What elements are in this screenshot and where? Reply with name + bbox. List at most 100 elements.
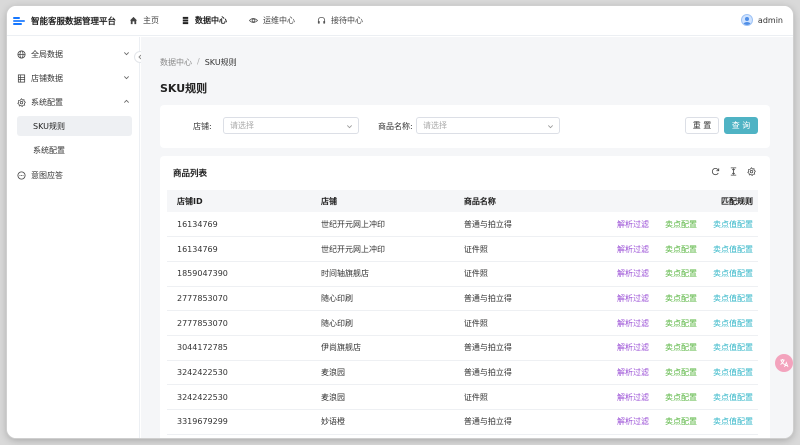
product-table: 店铺ID 店铺 商品名称 匹配规则 16134769 世纪开元网上冲印 普通与拍立得…	[167, 190, 758, 435]
column-header-shop-id[interactable]: 店铺ID	[167, 190, 311, 212]
refresh-icon[interactable]	[711, 167, 720, 176]
main-content: 数据中心 / SKU规则 SKU规则 店铺: 请选择 商品名称: 请选择 重 置…	[141, 37, 793, 438]
table-row: 3242422530 麦浪园 证件照 解析过滤 卖点配置 卖点值配置	[167, 384, 758, 410]
cell-actions: 解析过滤 卖点配置 卖点值配置	[591, 261, 758, 287]
cell-product-name: 证件照	[453, 236, 591, 262]
parse-filter-link[interactable]: 解析过滤	[617, 343, 649, 352]
nav-ops-center[interactable]: 运维中心	[249, 15, 295, 26]
selling-point-value-config-link[interactable]: 卖点值配置	[713, 368, 753, 377]
selling-point-value-config-link[interactable]: 卖点值配置	[713, 220, 753, 229]
selling-point-value-config-link[interactable]: 卖点值配置	[713, 269, 753, 278]
app-logo[interactable]: 智能客服数据管理平台	[13, 15, 123, 27]
cell-shop-id: 2777853070	[167, 286, 311, 312]
table-row: 3044172785 伊尚旗舰店 普通与拍立得 解析过滤 卖点配置 卖点值配置	[167, 335, 758, 361]
reset-button[interactable]: 重 置	[685, 117, 719, 134]
cell-shop-id: 3319679299	[167, 409, 311, 435]
breadcrumb-root[interactable]: 数据中心	[160, 57, 192, 68]
cell-shop-id: 16134769	[167, 212, 311, 238]
chevron-down-icon	[346, 123, 353, 130]
sidebar-item-label: 意图应答	[31, 170, 63, 180]
selling-point-value-config-link[interactable]: 卖点值配置	[713, 294, 753, 303]
top-nav: 主页 数据中心 运维中心 接待中心	[129, 15, 385, 26]
selling-point-value-config-link[interactable]: 卖点值配置	[713, 245, 753, 254]
table-row: 3242422530 麦浪园 普通与拍立得 解析过滤 卖点配置 卖点值配置	[167, 360, 758, 386]
list-title: 商品列表	[173, 169, 208, 179]
column-header-shop[interactable]: 店铺	[310, 190, 454, 212]
cell-shop-id: 3242422530	[167, 360, 311, 386]
cell-product-name: 普通与拍立得	[453, 360, 591, 386]
headset-icon	[317, 16, 326, 25]
nav-data-center-label: 数据中心	[195, 16, 227, 25]
sidebar-item-system-config[interactable]: 系统配置	[17, 92, 132, 112]
selling-point-value-config-link[interactable]: 卖点值配置	[713, 319, 753, 328]
sidebar-item-sku-rules[interactable]: SKU规则	[17, 116, 132, 136]
cell-shop: 随心印刷	[310, 286, 454, 312]
sidebar-item-intent-reply[interactable]: 意图应答	[17, 165, 132, 185]
nav-home-label: 主页	[143, 16, 159, 25]
cell-shop: 随心印刷	[310, 310, 454, 336]
table-row: 2777853070 随心印刷 普通与拍立得 解析过滤 卖点配置 卖点值配置	[167, 286, 758, 312]
nav-ops-center-label: 运维中心	[263, 16, 295, 25]
floating-assistant-button[interactable]	[775, 354, 793, 372]
product-select-placeholder: 请选择	[423, 121, 447, 130]
cell-shop-id: 3044172785	[167, 335, 311, 361]
cell-shop-id: 16134769	[167, 236, 311, 262]
table-row: 2777853070 随心印刷 证件照 解析过滤 卖点配置 卖点值配置	[167, 310, 758, 336]
cell-actions: 解析过滤 卖点配置 卖点值配置	[591, 236, 758, 262]
parse-filter-link[interactable]: 解析过滤	[617, 368, 649, 377]
parse-filter-link[interactable]: 解析过滤	[617, 294, 649, 303]
selling-point-config-link[interactable]: 卖点配置	[665, 417, 697, 426]
sidebar-item-shop-data[interactable]: 店铺数据	[17, 68, 132, 88]
selling-point-value-config-link[interactable]: 卖点值配置	[713, 393, 753, 402]
cell-product-name: 证件照	[453, 384, 591, 410]
cell-shop: 伊尚旗舰店	[310, 335, 454, 361]
parse-filter-link[interactable]: 解析过滤	[617, 220, 649, 229]
product-filter-label: 商品名称:	[378, 122, 413, 131]
selling-point-config-link[interactable]: 卖点配置	[665, 368, 697, 377]
column-header-product-name[interactable]: 商品名称	[453, 190, 591, 212]
selling-point-config-link[interactable]: 卖点配置	[665, 245, 697, 254]
parse-filter-link[interactable]: 解析过滤	[617, 269, 649, 278]
home-icon	[129, 16, 138, 25]
selling-point-value-config-link[interactable]: 卖点值配置	[713, 343, 753, 352]
cell-product-name: 普通与拍立得	[453, 335, 591, 361]
parse-filter-link[interactable]: 解析过滤	[617, 245, 649, 254]
nav-data-center[interactable]: 数据中心	[181, 15, 227, 26]
shop-select[interactable]: 请选择	[223, 117, 359, 134]
selling-point-config-link[interactable]: 卖点配置	[665, 393, 697, 402]
breadcrumb-separator: /	[197, 57, 200, 66]
chat-icon	[17, 170, 26, 180]
parse-filter-link[interactable]: 解析过滤	[617, 417, 649, 426]
sidebar-item-label: 店铺数据	[31, 73, 63, 83]
cell-shop-id: 1859047390	[167, 261, 311, 287]
app-title: 智能客服数据管理平台	[31, 16, 117, 27]
filter-panel: 店铺: 请选择 商品名称: 请选择 重 置 查 询	[160, 105, 770, 148]
selling-point-value-config-link[interactable]: 卖点值配置	[713, 417, 753, 426]
settings-icon[interactable]	[747, 167, 756, 176]
sidebar-item-global-data[interactable]: 全局数据	[17, 44, 132, 64]
cell-actions: 解析过滤 卖点配置 卖点值配置	[591, 212, 758, 238]
selling-point-config-link[interactable]: 卖点配置	[665, 220, 697, 229]
nav-home[interactable]: 主页	[129, 15, 159, 26]
parse-filter-link[interactable]: 解析过滤	[617, 393, 649, 402]
query-button[interactable]: 查 询	[724, 117, 758, 134]
user-menu[interactable]: admin	[740, 14, 783, 26]
app-window: 智能客服数据管理平台 主页 数据中心 运维中心 接待中心 admin 全局数据 …	[7, 6, 793, 438]
cell-actions: 解析过滤 卖点配置 卖点值配置	[591, 335, 758, 361]
page-title: SKU规则	[160, 82, 208, 95]
nav-reception-center[interactable]: 接待中心	[317, 15, 363, 26]
cell-actions: 解析过滤 卖点配置 卖点值配置	[591, 360, 758, 386]
selling-point-config-link[interactable]: 卖点配置	[665, 319, 697, 328]
parse-filter-link[interactable]: 解析过滤	[617, 319, 649, 328]
list-toolbar	[702, 167, 756, 176]
top-bar: 智能客服数据管理平台 主页 数据中心 运维中心 接待中心 admin	[7, 6, 793, 36]
column-header-match-rule[interactable]: 匹配规则	[591, 190, 758, 212]
product-select[interactable]: 请选择	[416, 117, 560, 134]
cell-product-name: 普通与拍立得	[453, 212, 591, 238]
column-height-icon[interactable]	[729, 167, 738, 176]
selling-point-config-link[interactable]: 卖点配置	[665, 294, 697, 303]
table-row: 16134769 世纪开元网上冲印 普通与拍立得 解析过滤 卖点配置 卖点值配置	[167, 212, 758, 238]
selling-point-config-link[interactable]: 卖点配置	[665, 269, 697, 278]
selling-point-config-link[interactable]: 卖点配置	[665, 343, 697, 352]
sidebar-item-system-settings[interactable]: 系统配置	[17, 140, 132, 160]
